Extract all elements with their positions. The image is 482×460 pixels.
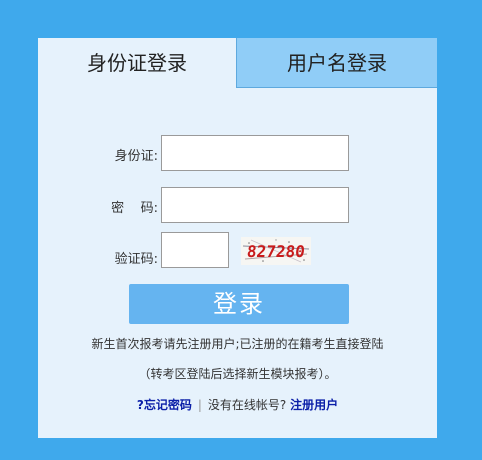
register-link[interactable]: 注册用户 — [290, 398, 338, 412]
captcha-input[interactable] — [161, 232, 229, 268]
id-card-input[interactable] — [161, 135, 349, 171]
captcha-image[interactable]: 827280 — [241, 237, 311, 265]
captcha-label: 验证码: — [114, 252, 158, 267]
password-label: 密 码: — [111, 201, 158, 216]
captcha-code: 827280 — [246, 241, 306, 261]
link-separator: | — [197, 398, 202, 412]
login-button[interactable]: 登录 — [129, 284, 349, 324]
login-panel: 身份证登录 用户名登录 身份证: 密 码: 验证码: 827280 登录 新生首… — [38, 38, 437, 438]
no-account-text: 没有在线帐号? — [207, 398, 287, 412]
id-card-label: 身份证: — [114, 149, 158, 164]
password-input[interactable] — [161, 187, 349, 223]
footer-links: ?忘记密码 | 没有在线帐号? 注册用户 — [38, 396, 437, 413]
forgot-password-link[interactable]: ?忘记密码 — [137, 398, 192, 412]
notice-line-1: 新生首次报考请先注册用户;已注册的在籍考生直接登陆 — [91, 337, 384, 351]
tab-username-login[interactable]: 用户名登录 — [236, 38, 437, 88]
notice-line-2: （转考区登陆后选择新生模块报考）。 — [138, 367, 337, 381]
tab-id-card-login[interactable]: 身份证登录 — [38, 38, 236, 88]
